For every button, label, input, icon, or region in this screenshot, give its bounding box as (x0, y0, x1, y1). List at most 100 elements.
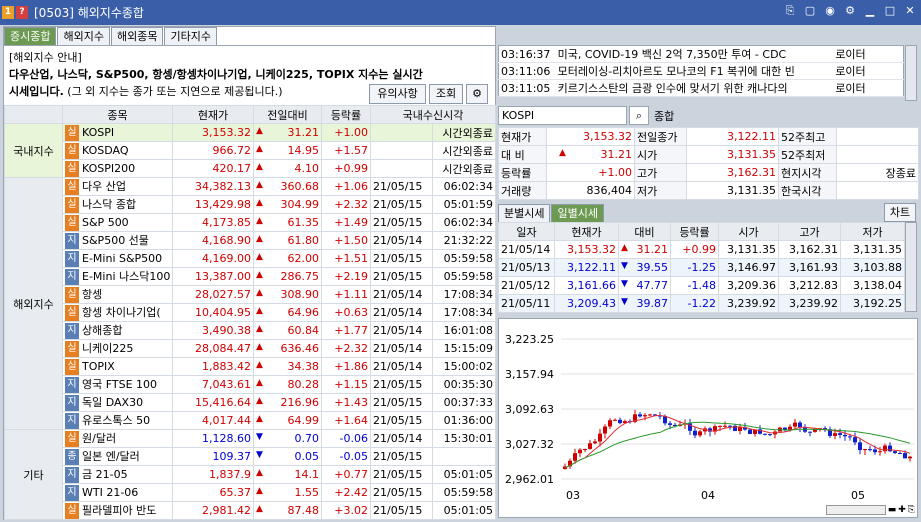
index-name[interactable]: 지 영국 FTSE 100 (62, 375, 173, 394)
table-row[interactable]: 실 항셍 차이나기업(10,404.95 ▲ 64.96 +0.63 21/05/14 17… (5, 303, 497, 322)
table-row[interactable]: 지금 21-05 1,837.9 ▲ 14.1 +0.77 21/05/15 05:01:0… (5, 465, 497, 484)
quote-value (836, 181, 919, 200)
close-icon[interactable]: ✕ (903, 4, 917, 18)
tab-market-overview[interactable]: 증시종합 (4, 27, 57, 45)
settings-icon[interactable]: ⚙ (466, 84, 488, 104)
news-title[interactable]: 미국, COVID-19 백신 2억 7,350만 투여 - CDC (555, 45, 834, 63)
maximize-icon[interactable]: □ (883, 4, 897, 18)
table-row[interactable]: 실 KOSPI200 420.17 ▲ 4.10 +0.99 시간외종료 (5, 159, 497, 178)
link-icon[interactable]: ⎘ (783, 4, 797, 18)
daily-row[interactable]: 21/05/14 3,153.32 ▲ 31.21 +0.99 3,131.35 3,162… (498, 240, 905, 259)
daily-col[interactable]: 저가 (840, 222, 905, 241)
news-item[interactable]: 03:11:05 키르기스스탄의 금광 인수에 맞서기 위한 캐나다의 로이터 (498, 79, 904, 97)
index-name[interactable]: 실 원/달러 (62, 429, 173, 448)
help-badge[interactable]: ? (16, 6, 28, 19)
index-name[interactable]: 실 KOSPI200 (62, 159, 173, 178)
index-name[interactable]: 지 S&P500 선물 (62, 231, 173, 250)
zoom-out-icon[interactable]: ▬ (888, 505, 897, 515)
index-name[interactable]: 실 필라델피아 반도 (62, 501, 173, 520)
table-row[interactable]: 지 영국 FTSE 100 7,043.61 ▲ 80.28 +1.15 21/05/15 0… (5, 375, 497, 394)
index-name[interactable]: 실 KOSPI (62, 123, 173, 142)
minimize-icon[interactable]: ▁ (863, 4, 877, 18)
col-time[interactable]: 국내수신시각 (369, 105, 497, 124)
gear-icon[interactable]: ⚙ (843, 4, 857, 18)
daily-col[interactable]: 등락률 (670, 222, 719, 241)
search-icon[interactable]: ⌕ (629, 106, 649, 125)
table-row[interactable]: 국내지수 실 KOSPI 3,153.32 ▲ 31.21 +1.00 시간외종료 (4, 123, 497, 178)
table-row[interactable]: 실 TOPIX 1,883.42 ▲ 34.38 +1.86 21/05/14 15:00:0… (5, 357, 497, 376)
daily-col[interactable]: 시가 (718, 222, 779, 241)
news-item[interactable]: 03:11:06 모터레이싱-리치아르도 모나코의 F1 복귀에 대한 빈 로이터 (498, 62, 904, 80)
table-row[interactable]: 실 필라델피아 반도 2,981.42 ▲ 87.48 +3.02 21/05/15 05:0… (5, 501, 497, 520)
index-name[interactable]: 종 일본 엔/달러 (62, 447, 173, 466)
news-item[interactable]: 03:16:37 미국, COVID-19 백신 2억 7,350만 투여 - C… (498, 45, 904, 63)
col-change[interactable]: 전일대비 (253, 105, 322, 124)
chart-button[interactable]: 차트 (884, 203, 916, 222)
camera-icon[interactable]: ◉ (823, 4, 837, 18)
table-row[interactable]: 실 니케이225 28,084.47 ▲ 636.46 +2.32 21/05/14 15:1… (5, 339, 497, 358)
candle (598, 433, 602, 442)
index-name[interactable]: 지 E-Mini 나스닥100 (62, 267, 173, 286)
window-badge[interactable]: 1 (2, 6, 14, 19)
daily-col[interactable]: 대비 (618, 222, 671, 241)
daily-scrollbar[interactable] (905, 222, 917, 312)
table-row[interactable]: 지 E-Mini S&P500 4,169.00 ▲ 62.00 +1.51 21/05/1… (5, 249, 497, 268)
quote-value: 3,131.35 (686, 145, 779, 164)
table-row[interactable]: 지 독일 DAX30 15,416.64 ▲ 216.96 +1.43 21/05/15 00… (5, 393, 497, 412)
table-row[interactable]: 지 S&P500 선물 4,168.90 ▲ 61.80 +1.50 21/05/14 21:… (5, 231, 497, 250)
zoom-in-icon[interactable]: ✚ (898, 505, 906, 515)
index-rate: +2.19 (321, 267, 371, 286)
table-row[interactable]: 실 항셍 28,027.57 ▲ 308.90 +1.11 21/05/14 17:08:34 (5, 285, 497, 304)
daily-col[interactable]: 현재가 (554, 222, 619, 241)
chart-scroll[interactable] (825, 505, 886, 515)
index-name[interactable]: 실 다우 산업 (62, 177, 173, 196)
table-row[interactable]: 실 KOSDAQ 966.72 ▲ 14.95 +1.57 시간외종료 (5, 141, 497, 160)
table-row[interactable]: 지 상해종합 3,490.38 ▲ 60.84 +1.77 21/05/14 16:01:08 (5, 321, 497, 340)
news-title[interactable]: 모터레이싱-리치아르도 모나코의 F1 복귀에 대한 빈 (555, 62, 834, 80)
daily-row[interactable]: 21/05/13 3,122.11 ▼ 39.55 -1.25 3,146.97 3,161… (498, 258, 905, 277)
quote-label: 저가 (634, 181, 687, 200)
table-row[interactable]: 해외지수 실 다우 산업 34,382.13 ▲ 360.68 +1.06 21/05/15 0… (4, 177, 497, 430)
table-row[interactable]: 실 S&P 500 4,173.85 ▲ 61.35 +1.49 21/05/15 06:02… (5, 213, 497, 232)
table-row[interactable]: 지 유로스톡스 50 4,017.44 ▲ 64.99 +1.64 21/05/15 01:3… (5, 411, 497, 430)
col-name[interactable]: 종목 (62, 105, 173, 124)
table-row[interactable]: 종 일본 엔/달러 109.37 ▼ 0.05 -0.05 21/05/15 (5, 447, 497, 466)
index-name[interactable]: 지 독일 DAX30 (62, 393, 173, 412)
tab-minute-quote[interactable]: 분별시세 (498, 204, 551, 222)
caution-button[interactable]: 유의사항 (369, 84, 426, 104)
news-title[interactable]: 키르기스스탄의 금광 인수에 맞서기 위한 캐나다의 (555, 79, 834, 97)
index-name[interactable]: 실 KOSDAQ (62, 141, 173, 160)
tab-other-index[interactable]: 기타지수 (164, 27, 217, 45)
col-price[interactable]: 현재가 (172, 105, 254, 124)
tab-overseas-stock[interactable]: 해외종목 (110, 27, 164, 45)
chart-setting-icon[interactable]: ⎘ (908, 505, 915, 515)
index-name[interactable]: 실 나스닥 종합 (62, 195, 173, 214)
tab-overseas-index[interactable]: 해외지수 (57, 27, 110, 45)
query-button[interactable]: 조회 (429, 84, 463, 104)
table-row[interactable]: 기타 실 원/달러 1,128.60 ▼ 0.70 -0.06 21/05/14 15:30:0… (4, 429, 497, 520)
daily-row[interactable]: 21/05/11 3,209.43 ▼ 39.87 -1.22 3,239.92 3,239… (498, 294, 905, 313)
daily-row[interactable]: 21/05/12 3,161.66 ▼ 47.77 -1.48 3,209.36 3,212… (498, 276, 905, 295)
tab-daily-quote[interactable]: 일별시세 (551, 204, 604, 222)
news-scrollbar[interactable] (905, 45, 917, 101)
table-row[interactable]: 실 나스닥 종합 13,429.98 ▲ 304.99 +2.32 21/05/15 05:0… (5, 195, 497, 214)
daily-col[interactable]: 고가 (778, 222, 841, 241)
search-input[interactable]: KOSPI (498, 106, 627, 125)
index-name[interactable]: 실 S&P 500 (62, 213, 173, 232)
index-name[interactable]: 실 TOPIX (62, 357, 173, 376)
col-rate[interactable]: 등락률 (321, 105, 371, 124)
index-name[interactable]: 지 상해종합 (62, 321, 173, 340)
table-row[interactable]: 지 WTI 21-06 65.37 ▲ 1.55 +2.42 21/05/15 05:59:5… (5, 483, 497, 502)
summary-link[interactable]: 종합 (654, 108, 674, 124)
table-row[interactable]: 지 E-Mini 나스닥100 13,387.00 ▲ 286.75 +2.19 21/05… (5, 267, 497, 286)
index-name[interactable]: 실 항셍 (62, 285, 173, 304)
index-name[interactable]: 실 니케이225 (62, 339, 173, 358)
index-name[interactable]: 지 WTI 21-06 (62, 483, 173, 502)
quote-label: 대 비 (498, 145, 547, 164)
index-name[interactable]: 지 유로스톡스 50 (62, 411, 173, 430)
index-name[interactable]: 지금 21-05 (62, 465, 173, 484)
copy-icon[interactable]: ▢ (803, 4, 817, 18)
index-name[interactable]: 지 E-Mini S&P500 (62, 249, 173, 268)
index-name[interactable]: 실 항셍 차이나기업( (62, 303, 173, 322)
daily-col[interactable]: 일자 (498, 222, 555, 241)
